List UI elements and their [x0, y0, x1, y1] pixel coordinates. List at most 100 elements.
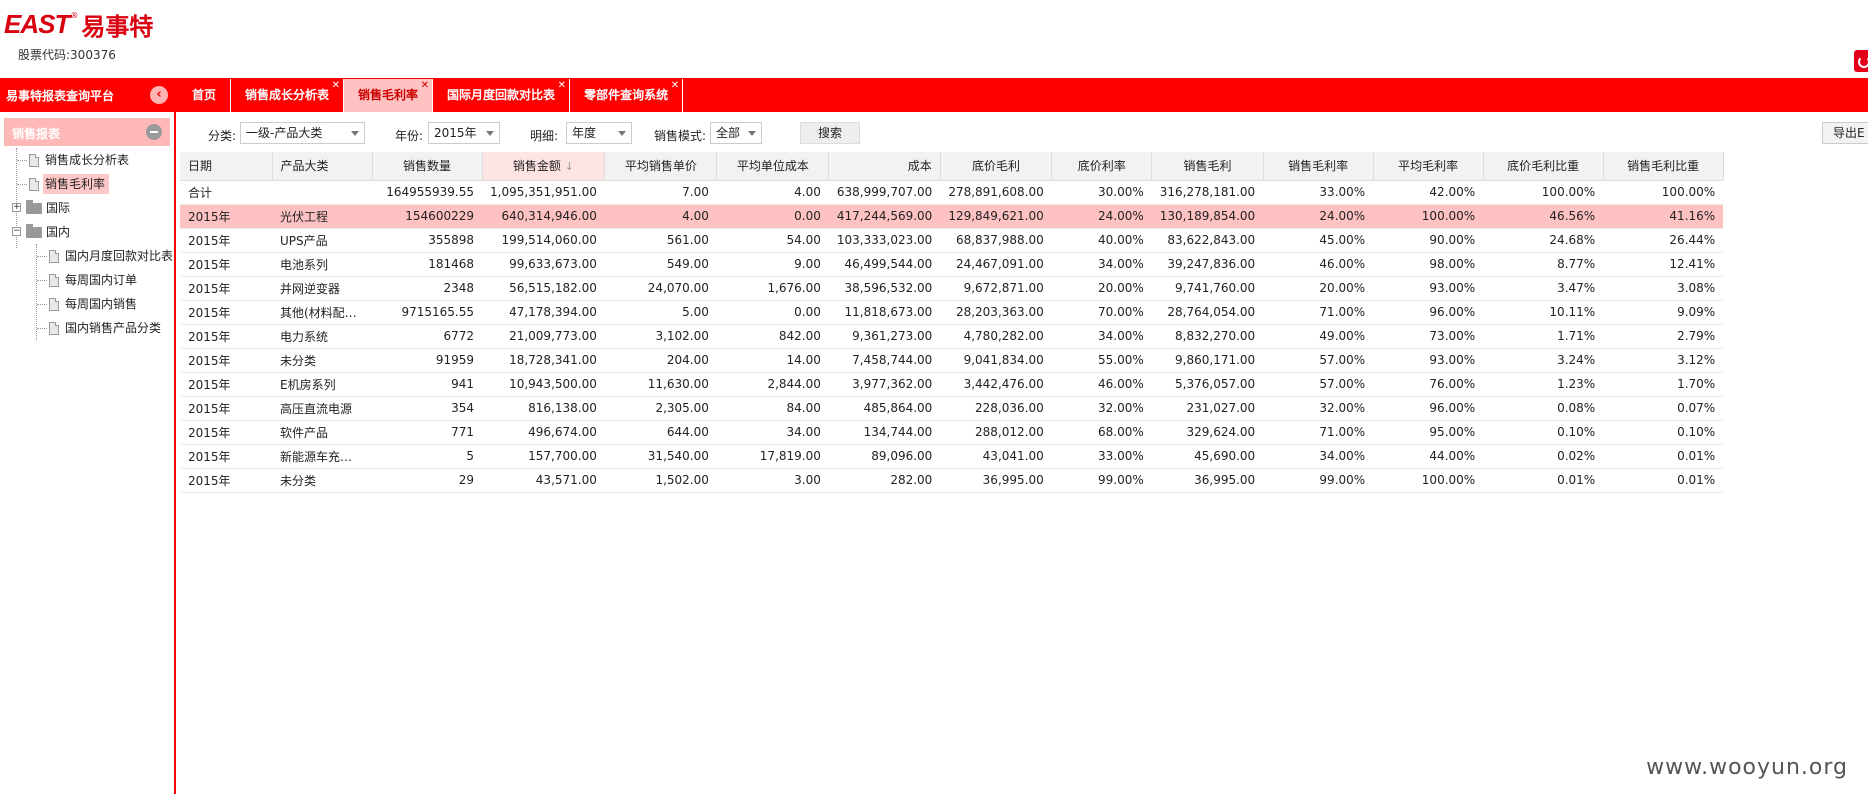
table-cell: 496,674.00 — [482, 420, 605, 445]
table-cell: 57.00% — [1263, 372, 1374, 397]
table-cell: 9,041,834.00 — [940, 348, 1052, 373]
column-header-base-profit-rate[interactable]: 底价利率 — [1051, 152, 1153, 181]
column-header-base-profit-share[interactable]: 底价毛利比重 — [1483, 152, 1604, 181]
export-button[interactable]: 导出E — [1822, 122, 1868, 144]
column-header-avg-unit-price[interactable]: 平均销售单价 — [604, 152, 718, 181]
table-row[interactable]: 2015年 电池系列 181468 99,633,673.00 549.00 9.00 46… — [180, 252, 1724, 277]
close-icon[interactable]: ✕ — [332, 69, 340, 102]
column-header-date[interactable]: 日期 — [180, 152, 273, 181]
tab-sales-growth[interactable]: 销售成长分析表 ✕ — [231, 79, 345, 112]
table-cell: 2015年 — [180, 372, 272, 397]
table-cell: 282.00 — [828, 468, 941, 493]
table-cell: 1,095,351,951.00 — [482, 180, 605, 205]
table-row[interactable]: 2015年 未分类 91959 18,728,341.00 204.00 14.00 7,4… — [180, 348, 1724, 373]
collapse-section-icon[interactable] — [146, 124, 162, 140]
collapse-icon[interactable]: − — [12, 227, 21, 236]
table-cell: 9,860,171.00 — [1151, 348, 1264, 373]
table-cell: 2348 — [372, 276, 482, 301]
sidebar-item-weekly-domestic-orders[interactable]: 每周国内订单 — [0, 268, 174, 292]
document-icon — [49, 274, 59, 287]
search-button[interactable]: 搜索 — [800, 122, 860, 144]
table-cell: 5 — [372, 444, 482, 469]
tab-intl-monthly-payment[interactable]: 国际月度回款对比表 ✕ — [433, 79, 571, 112]
table-cell: 0.01% — [1603, 468, 1724, 493]
table-cell: 0.10% — [1483, 420, 1604, 445]
table-cell: 68,837,988.00 — [940, 228, 1052, 253]
table-cell: 46,499,544.00 — [828, 252, 941, 277]
table-cell: 高压直流电源 — [272, 396, 372, 421]
column-header-avg-unit-cost[interactable]: 平均单位成本 — [716, 152, 830, 181]
table-cell: 20.00% — [1051, 276, 1152, 301]
column-header-sales-amount[interactable]: 销售金额 ↓ — [482, 152, 606, 181]
tab-label: 销售成长分析表 — [245, 88, 330, 102]
detail-select[interactable]: 年度 — [566, 122, 632, 144]
column-header-avg-margin-rate[interactable]: 平均毛利率 — [1373, 152, 1484, 181]
column-header-base-gross-profit[interactable]: 底价毛利 — [940, 152, 1053, 181]
tab-home[interactable]: 首页 — [178, 79, 232, 112]
table-cell: 0.01% — [1483, 468, 1604, 493]
table-row[interactable]: 2015年 新能源车充… 5 157,700.00 31,540.00 17,819.00… — [180, 444, 1724, 469]
table-cell: 316,278,181.00 — [1151, 180, 1264, 205]
sidebar-section-header[interactable]: 销售报表 — [4, 118, 170, 146]
document-icon — [29, 154, 39, 167]
sort-down-icon: ↓ — [564, 160, 574, 174]
sidebar-item-weekly-domestic-sales[interactable]: 每周国内销售 — [0, 292, 174, 316]
column-header-sales-profit-share[interactable]: 销售毛利比重 — [1603, 152, 1724, 181]
logout-button[interactable] — [1854, 50, 1868, 72]
collapse-sidebar-button[interactable]: ‹ — [150, 86, 168, 104]
sidebar-item-domestic-product-category[interactable]: 国内销售产品分类 — [0, 316, 174, 340]
column-header-sales-gross-profit[interactable]: 销售毛利 — [1151, 152, 1264, 181]
table-row[interactable]: 2015年 并网逆变器 2348 56,515,182.00 24,070.00 1,67… — [180, 276, 1724, 301]
table-cell: 71.00% — [1263, 420, 1374, 445]
table-cell: 84.00 — [716, 396, 829, 421]
logo-chinese-name: 易事特 — [81, 11, 154, 41]
table-cell: 417,244,569.00 — [828, 204, 941, 229]
table-row[interactable]: 2015年 其他(材料配… 9715165.55 47,178,394.00 5.00 0… — [180, 300, 1724, 325]
sidebar-item-sales-growth[interactable]: 销售成长分析表 — [0, 148, 174, 172]
close-icon[interactable]: ✕ — [421, 69, 429, 102]
column-header-sales-quantity[interactable]: 销售数量 — [372, 152, 483, 181]
expand-icon[interactable]: + — [12, 203, 21, 212]
sidebar-item-sales-gross-margin[interactable]: 销售毛利率 — [0, 172, 174, 196]
table-row[interactable]: 2015年 软件产品 771 496,674.00 644.00 34.00 134,744… — [180, 420, 1724, 445]
sidebar-item-domestic-monthly-payment[interactable]: 国内月度回款对比表 — [0, 244, 174, 268]
table-row[interactable]: 2015年 E机房系列 941 10,943,500.00 11,630.00 2,844… — [180, 372, 1724, 397]
table-cell: UPS产品 — [272, 228, 372, 253]
column-header-cost[interactable]: 成本 — [828, 152, 941, 181]
sales-mode-select[interactable]: 全部 — [710, 122, 762, 144]
table-row[interactable]: 2015年 高压直流电源 354 816,138.00 2,305.00 84.00 485… — [180, 396, 1724, 421]
table-cell: 549.00 — [604, 252, 717, 277]
table-cell: 18,728,341.00 — [482, 348, 605, 373]
category-select[interactable]: 一级-产品大类 — [240, 122, 365, 144]
column-header-sales-margin-rate[interactable]: 销售毛利率 — [1263, 152, 1374, 181]
table-row[interactable]: 2015年 光伏工程 154600229 640,314,946.00 4.00 0.00… — [180, 204, 1724, 229]
column-header-product-category[interactable]: 产品大类 — [272, 152, 373, 181]
close-icon[interactable]: ✕ — [558, 69, 566, 102]
table-cell: 771 — [372, 420, 482, 445]
sidebar-item-domestic[interactable]: − 国内 — [0, 220, 174, 244]
table-cell: 28,203,363.00 — [940, 300, 1052, 325]
table-cell: 640,314,946.00 — [482, 204, 605, 229]
table-cell: 4,780,282.00 — [940, 324, 1052, 349]
tab-sales-gross-margin[interactable]: 销售毛利率 ✕ — [344, 79, 434, 112]
stock-code: 股票代码:300376 — [18, 48, 116, 62]
table-cell: 134,744.00 — [828, 420, 941, 445]
table-row[interactable]: 2015年 UPS产品 355898 199,514,060.00 561.00 54.0… — [180, 228, 1724, 253]
year-select[interactable]: 2015年 — [428, 122, 500, 144]
table-cell: 199,514,060.00 — [482, 228, 605, 253]
table-row[interactable]: 2015年 电力系统 6772 21,009,773.00 3,102.00 842.00… — [180, 324, 1724, 349]
table-cell: 未分类 — [272, 348, 372, 373]
table-cell: 40.00% — [1051, 228, 1152, 253]
category-label: 分类: — [208, 129, 237, 143]
document-icon — [49, 250, 59, 263]
sidebar-item-international[interactable]: + 国际 — [0, 196, 174, 220]
folder-icon — [26, 200, 42, 214]
table-cell: 71.00% — [1263, 300, 1374, 325]
tab-parts-query[interactable]: 零部件查询系统 ✕ — [570, 79, 684, 112]
sales-margin-table: 日期 产品大类 销售数量 销售金额 ↓ 平均销售单价 平均单位成本 成本 底价毛… — [180, 152, 1724, 493]
table-row[interactable]: 2015年 未分类 29 43,571.00 1,502.00 3.00 282.00 36,… — [180, 468, 1724, 493]
year-label: 年份: — [395, 129, 424, 143]
table-total-row[interactable]: 合计 164955939.55 1,095,351,951.00 7.00 4.00 63… — [180, 180, 1724, 205]
close-icon[interactable]: ✕ — [671, 69, 679, 102]
table-cell: 并网逆变器 — [272, 276, 372, 301]
